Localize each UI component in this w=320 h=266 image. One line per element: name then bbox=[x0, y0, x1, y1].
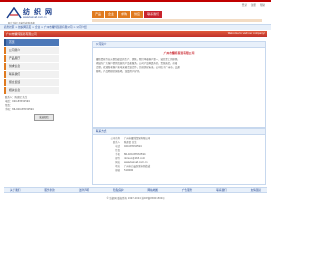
help-link[interactable]: 帮助 bbox=[260, 4, 265, 7]
intro-panel-header: 公司简介 bbox=[93, 42, 265, 48]
main-nav: 产品 企业 求购 供应 联系我们 bbox=[92, 11, 163, 18]
footer-link-privacy[interactable]: 隐私保护 bbox=[113, 188, 123, 192]
sidebar-item-related[interactable]: 相关信息 bbox=[4, 87, 59, 94]
logo-emblem-icon bbox=[6, 7, 22, 19]
sidebar-item-intro[interactable]: 公司简介 bbox=[4, 47, 59, 54]
contact-info-row: 邮编 510000 bbox=[96, 169, 262, 173]
banner-title: 广州市耀纬贸易有限公司 bbox=[6, 32, 37, 36]
intro-panel: 公司简介 广州市耀纬贸易有限公司 耀纬贸易专业从事纺织品的生产、销售，我们本着客… bbox=[92, 41, 266, 128]
contact-mobile: 手机：86-020-83532594 bbox=[5, 108, 34, 111]
top-links: 登录 注册 帮助 bbox=[239, 3, 265, 7]
login-link[interactable]: 登录 bbox=[242, 4, 247, 7]
sidebar-contact: 联系人：陈彦民 先生 电话：020-83532594 传真： 手机：86-020… bbox=[5, 96, 34, 112]
footer-nav: 关于我们 服务条款 法律声明 隐私保护 网站地图 广告服务 联系我们 友情链接 bbox=[4, 187, 267, 193]
sidebar-item-contact[interactable]: 联系我们 bbox=[4, 71, 59, 78]
footer-link-about[interactable]: 关于我们 bbox=[10, 188, 20, 192]
nav-item-company[interactable]: 企业 bbox=[105, 11, 118, 18]
footer-link-ads[interactable]: 广告服务 bbox=[182, 188, 192, 192]
contact-info-list: 公司名称 广州市耀纬贸易有限公司 联系人 陈彦民 先生 电话 020-83532594… bbox=[96, 137, 262, 173]
copyright: © 纺织网 版权所有 1997-2024 浙ICP备05001500号 bbox=[106, 197, 165, 200]
sidebar-item-feedback[interactable]: 留言反馈 bbox=[4, 79, 59, 86]
footer-link-terms[interactable]: 服务条款 bbox=[44, 188, 54, 192]
info-value: 020-83532594 bbox=[124, 145, 142, 148]
company-intro: 耀纬贸易专业从事纺织品的生产、销售，我们本着客户第一、诚信至上的原则， 竭诚为广… bbox=[96, 58, 262, 74]
top-accent-bar bbox=[0, 0, 271, 2]
banner-note: Welcome to visit our company! bbox=[227, 32, 265, 35]
contact-panel: 联系方式 公司名称 广州市耀纬贸易有限公司 联系人 陈彦民 先生 电话 020-835… bbox=[92, 128, 266, 185]
footer-link-contact[interactable]: 联系我们 bbox=[216, 188, 226, 192]
footer-link-friends[interactable]: 友情链接 bbox=[251, 188, 261, 192]
sidebar-item-products[interactable]: 产品展厅 bbox=[4, 55, 59, 62]
footer-link-legal[interactable]: 法律声明 bbox=[79, 188, 89, 192]
nav-item-contact[interactable]: 联系我们 bbox=[144, 11, 163, 18]
contact-panel-header: 联系方式 bbox=[93, 129, 265, 135]
footer-link-sitemap[interactable]: 网站地图 bbox=[148, 188, 158, 192]
sidebar-item-home[interactable]: 首页 bbox=[4, 39, 59, 46]
nav-item-sell[interactable]: 供应 bbox=[131, 11, 144, 18]
sidebar-item-trade[interactable]: 供求信息 bbox=[4, 63, 59, 70]
register-link[interactable]: 注册 bbox=[251, 4, 256, 7]
company-name: 广州市耀纬贸易有限公司 bbox=[163, 51, 195, 55]
sidebar: 首页 公司简介 产品展厅 供求信息 联系我们 留言反馈 相关信息 bbox=[4, 39, 59, 95]
info-value: 510000 bbox=[124, 169, 134, 172]
send-message-button[interactable]: 发送短信 bbox=[34, 114, 54, 121]
breadcrumb[interactable]: 商务社区 > 纺织网首页 > 企业 > 广州市耀纬贸易有限公司 > 公司介绍 bbox=[4, 25, 87, 30]
site-logo[interactable]: 纺织网 www.texnet.com.cn 网上纺织 开拓纺织新商机 bbox=[6, 4, 66, 26]
nav-item-products[interactable]: 产品 bbox=[92, 11, 105, 18]
sub-nav-bar bbox=[92, 19, 262, 22]
intro-paragraph: 便利，产品畅销全国各地，深受用户好评。 bbox=[96, 70, 142, 73]
nav-item-buy[interactable]: 求购 bbox=[118, 11, 131, 18]
logo-url: www.texnet.com.cn bbox=[23, 16, 47, 19]
info-key: 邮编 bbox=[115, 169, 120, 172]
